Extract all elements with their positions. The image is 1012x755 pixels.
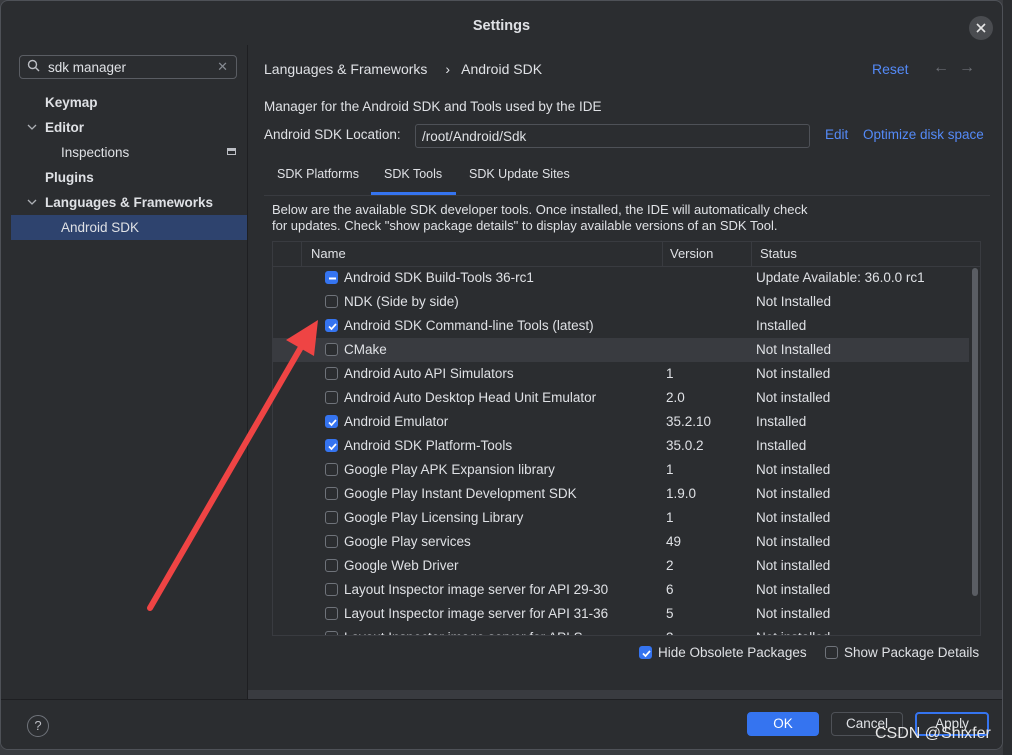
watermark: CSDN @Shixfer xyxy=(875,725,991,742)
annotation-arrow xyxy=(147,320,318,611)
